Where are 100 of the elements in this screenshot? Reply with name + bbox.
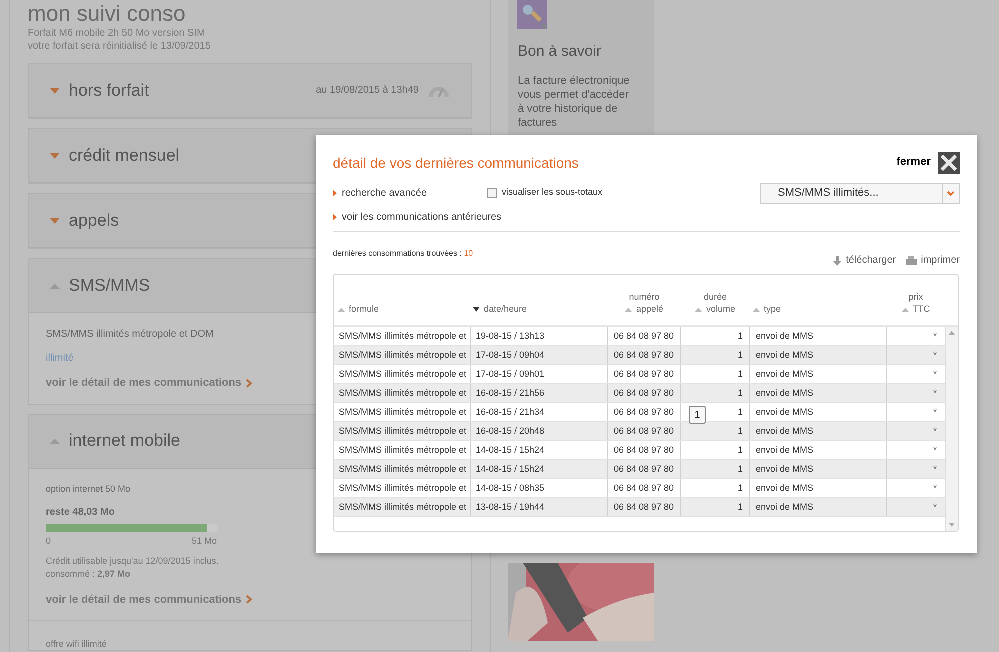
consumed-text: consommé : 2,97 Mo <box>46 568 131 581</box>
table-cell-text: * <box>932 501 938 514</box>
plan-info: votre forfait sera réinitialisé le 13/09/2015 <box>28 40 212 53</box>
section-header[interactable]: hors forfait au 19/08/2015 à 13h49 <box>29 64 471 118</box>
table-cell: 06 84 08 97 80 <box>608 384 681 402</box>
table-cell: SMS/MMS illimités métropole et <box>334 460 471 478</box>
table-cell: 14-08-15 / 08h35 <box>471 479 608 497</box>
table-cell: envoi de MMS <box>750 346 887 364</box>
subtotals-checkbox[interactable]: visualiser les sous-totaux <box>487 186 603 200</box>
option-name: option internet 50 Mo <box>46 482 131 496</box>
chevron-right-icon <box>333 214 337 221</box>
table-cell: 06 84 08 97 80 <box>608 441 681 459</box>
table-cell: 17-08-15 / 09h04 <box>471 346 608 364</box>
chevron-right-icon <box>333 190 337 197</box>
table-cell: 06 84 08 97 80 <box>608 479 681 497</box>
chevron-right-icon <box>246 378 252 388</box>
section-title: crédit mensuel <box>69 144 180 167</box>
table-cell: SMS/MMS illimités métropole et <box>334 422 471 440</box>
table-cell: 1 <box>681 365 750 383</box>
table-cell: 06 84 08 97 80 <box>608 403 681 421</box>
table-cell-text: * <box>932 330 938 343</box>
table-cell: 1 <box>681 479 750 497</box>
table-cell: SMS/MMS illimités métropole et <box>334 365 471 383</box>
table-cell: envoi de MMS <box>750 327 887 345</box>
column-header[interactable]: type <box>750 275 887 325</box>
results-count: dernières consommations trouvées : 10 <box>333 248 474 260</box>
table-cell: envoi de MMS <box>750 403 887 421</box>
tooltip: 1 <box>689 406 706 424</box>
section-title: internet mobile <box>69 430 181 452</box>
download-icon <box>833 256 842 266</box>
table-cell-text: * <box>932 444 938 457</box>
table-cell: 1 <box>681 346 750 364</box>
table-cell: 1 <box>681 327 750 345</box>
search-document-icon <box>517 0 547 29</box>
close-button[interactable]: fermer <box>896 152 960 174</box>
table-cell-text: * <box>932 406 938 419</box>
formula-select[interactable]: SMS/MMS illimités... <box>760 183 960 204</box>
table-cell: envoi de MMS <box>750 479 887 497</box>
table-cell: 14-08-15 / 15h24 <box>471 460 608 478</box>
print-button[interactable]: imprimer <box>906 253 960 268</box>
table-cell: 17-08-15 / 09h01 <box>471 365 608 383</box>
table-cell: SMS/MMS illimités métropole et <box>334 403 471 421</box>
table-cell: SMS/MMS illimités métropole et <box>334 346 471 364</box>
table-cell-text: * <box>932 349 938 362</box>
table-cell: 16-08-15 / 20h48 <box>471 422 608 440</box>
table-cell: SMS/MMS illimités métropole et <box>334 327 471 345</box>
section-title: SMS/MMS <box>69 274 150 297</box>
table-cell: envoi de MMS <box>750 384 887 402</box>
validity-text: Crédit utilisable jusqu'au 12/09/2015 inclus. <box>46 554 219 568</box>
table-cell-text: * <box>932 463 938 476</box>
chevron-right-icon <box>246 595 252 604</box>
scale-min: 0 <box>46 535 52 548</box>
table-cell: 1 <box>681 460 750 478</box>
download-button[interactable]: télécharger <box>833 253 896 268</box>
scale-max: 51 Mo <box>192 535 217 548</box>
table-cell: envoi de MMS <box>750 498 887 516</box>
scroll-up-icon[interactable] <box>949 331 955 335</box>
table-cell: 14-08-15 / 15h24 <box>471 441 608 459</box>
table-cell: 19-08-15 / 13h13 <box>471 327 608 345</box>
section-title: hors forfait <box>69 80 150 102</box>
wifi-offer: offre wifi illimité <box>46 639 107 649</box>
table-cell: 13-08-15 / 19h44 <box>471 498 608 516</box>
update-time: au 19/08/2015 à 13h49 <box>316 84 419 98</box>
table-cell-text: * <box>932 425 938 438</box>
table-cell: envoi de MMS <box>750 422 887 440</box>
table-cell-text: * <box>932 368 938 381</box>
table-cell: 06 84 08 97 80 <box>608 422 681 440</box>
table-cell: SMS/MMS illimités métropole et <box>334 384 471 402</box>
scroll-down-icon[interactable] <box>949 523 955 527</box>
plan-name: SMS/MMS illimités métropole et DOM <box>46 328 214 342</box>
sidebar-title: Bon à savoir <box>518 42 602 62</box>
checkbox[interactable] <box>487 188 497 198</box>
sidebar-text: La facture électronique vous permet d'accéder à votre historique de factures <box>518 74 631 130</box>
column-header[interactable]: prix TTC <box>887 275 945 325</box>
table-cell: 06 84 08 97 80 <box>608 346 681 364</box>
scrollbar[interactable] <box>945 327 958 531</box>
plan-info: Forfait M6 mobile 2h 50 Mo version SIM <box>28 27 206 40</box>
remaining-data: reste 48,03 Mo <box>46 506 115 520</box>
page-title: mon suivi conso <box>28 1 187 27</box>
allowance-value: illimité <box>46 352 74 366</box>
table-cell: 06 84 08 97 80 <box>608 498 681 516</box>
table-cell: SMS/MMS illimités métropole et <box>334 479 471 497</box>
table-cell: 1 <box>681 384 750 402</box>
column-header[interactable]: numéro appelé <box>608 275 681 325</box>
close-icon <box>938 152 960 174</box>
table-cell: SMS/MMS illimités métropole et <box>334 498 471 516</box>
column-header[interactable]: date/heure <box>471 275 608 325</box>
printer-icon <box>906 256 918 265</box>
table-cell: envoi de MMS <box>750 441 887 459</box>
table-cell: envoi de MMS <box>750 460 887 478</box>
table-cell: 06 84 08 97 80 <box>608 365 681 383</box>
table-cell: envoi de MMS <box>750 365 887 383</box>
table-cell: 06 84 08 97 80 <box>608 327 681 345</box>
column-header[interactable]: durée volume <box>681 275 750 325</box>
table-cell-text: * <box>932 387 938 400</box>
table-cell: 1 <box>681 441 750 459</box>
table-cell: 16-08-15 / 21h56 <box>471 384 608 402</box>
table-cell-text: * <box>932 482 938 495</box>
table-cell: 1 <box>681 498 750 516</box>
table-cell: 16-08-15 / 21h34 <box>471 403 608 421</box>
